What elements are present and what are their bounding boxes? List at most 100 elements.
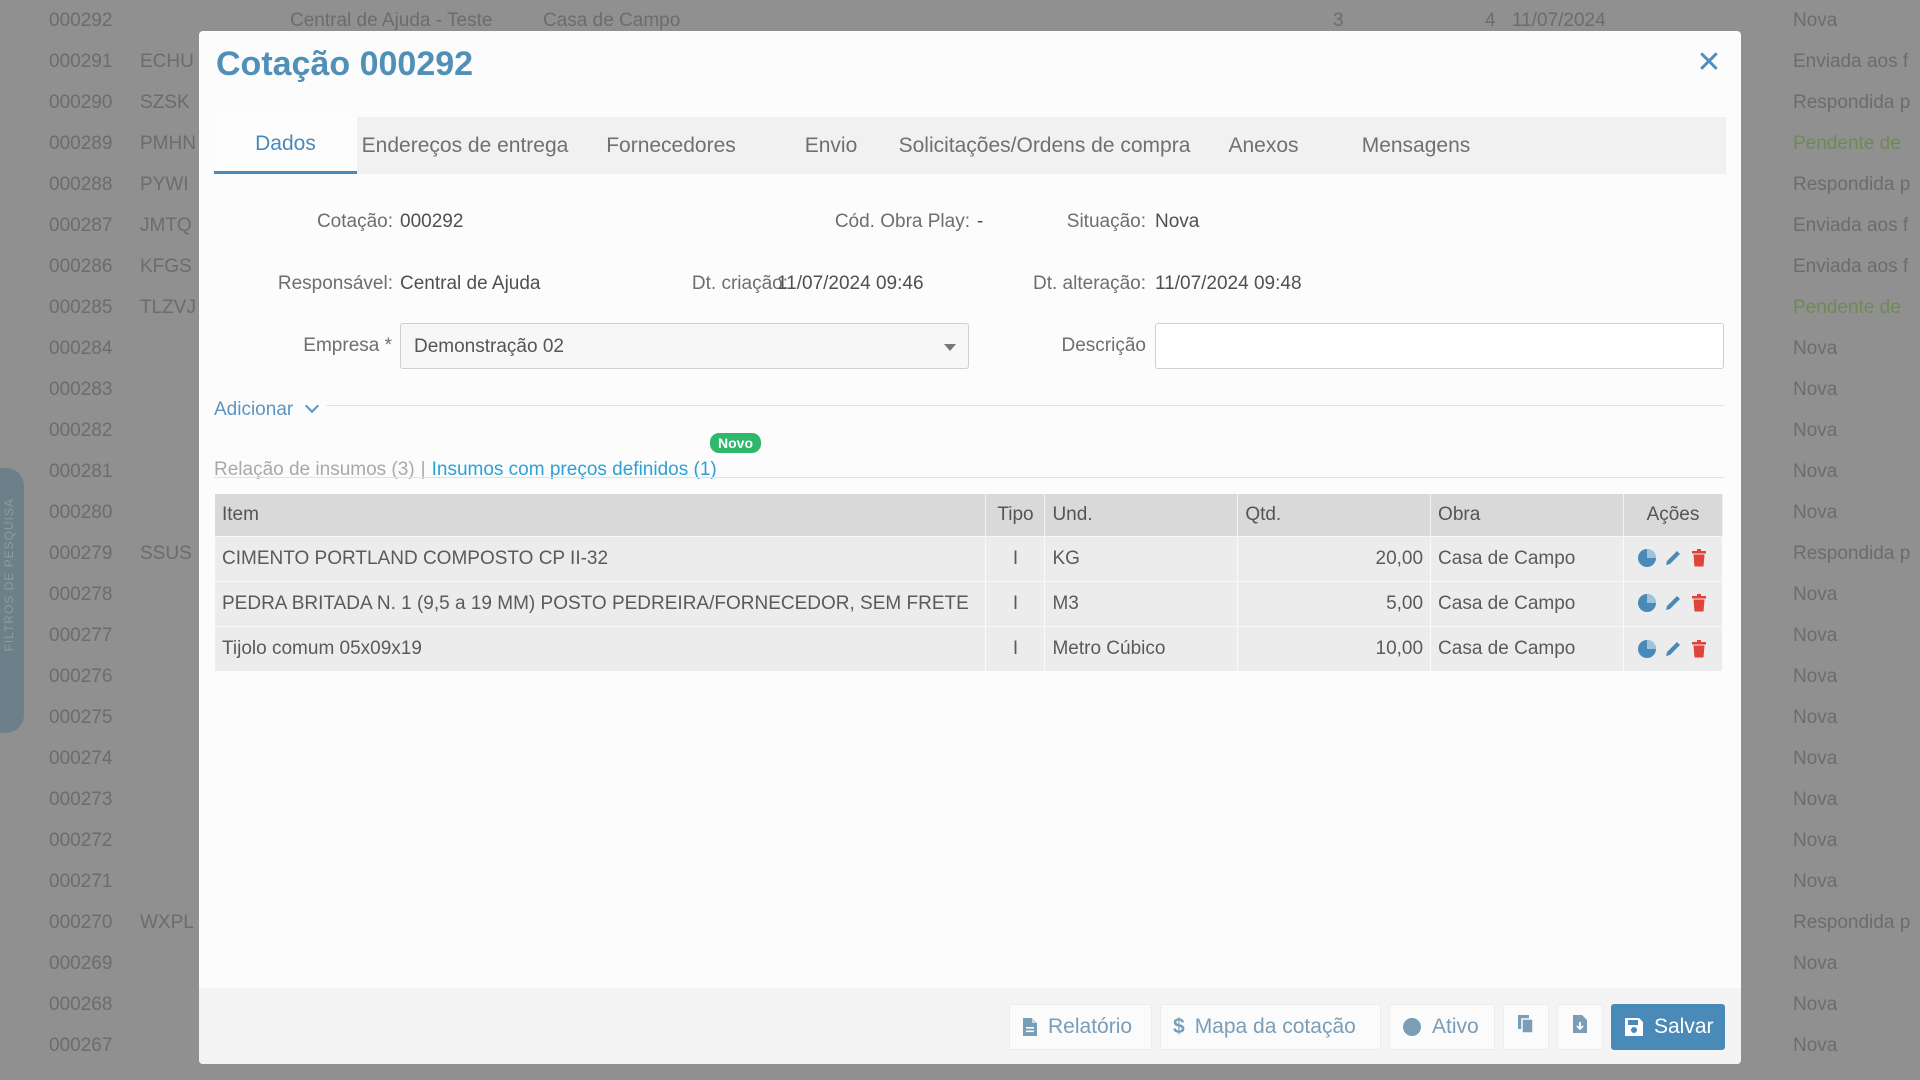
copy-icon: [1517, 1014, 1535, 1040]
dt-alteracao-label: Dt. alteração:: [1033, 273, 1146, 294]
header-item[interactable]: Item: [215, 494, 987, 536]
pencil-icon[interactable]: [1663, 639, 1683, 659]
list-cell: 000287: [49, 215, 113, 236]
insumos-table: Item Tipo Und. Qtd. Obra Ações CIMENTO P…: [215, 494, 1724, 671]
responsavel-label: Responsável:: [277, 273, 393, 294]
list-cell: 3: [1333, 10, 1344, 31]
pencil-icon[interactable]: [1663, 548, 1683, 568]
pencil-icon[interactable]: [1663, 593, 1683, 613]
salvar-button[interactable]: Salvar: [1611, 1004, 1725, 1050]
list-cell: Nova: [1793, 1035, 1838, 1056]
pie-chart-icon[interactable]: [1637, 593, 1657, 613]
list-cell: Nova: [1793, 748, 1838, 769]
file-export-icon: [1572, 1014, 1588, 1040]
list-cell: SSUS: [140, 543, 192, 564]
relatorio-button[interactable]: Relatório: [1009, 1004, 1152, 1050]
mapa-cotacao-button[interactable]: $ Mapa da cotação: [1160, 1004, 1381, 1050]
save-icon: [1624, 1017, 1644, 1037]
dt-alteracao-value: 11/07/2024 09:48: [1155, 273, 1302, 294]
list-cell: Enviada aos f: [1793, 215, 1909, 236]
close-icon[interactable]: ✕: [1694, 48, 1724, 79]
tab-envio[interactable]: Envio: [769, 117, 893, 174]
chevron-down-icon: [305, 398, 320, 414]
table-header-row: Item Tipo Und. Qtd. Obra Ações: [215, 494, 1724, 536]
list-cell: JMTQ: [140, 215, 192, 236]
list-cell: 000289: [49, 133, 113, 154]
list-cell: Nova: [1793, 10, 1838, 31]
list-cell: 000291: [49, 51, 113, 72]
cod-obra-value: -: [977, 211, 984, 232]
table-row[interactable]: CIMENTO PORTLAND COMPOSTO CP II-32 I KG 20,…: [215, 535, 1724, 581]
cell-tipo: I: [985, 535, 1046, 581]
list-cell: 000284: [49, 338, 113, 359]
tab-fornecedores[interactable]: Fornecedores: [573, 117, 769, 174]
novo-badge: Novo: [710, 433, 761, 453]
tab-enderecos-entrega[interactable]: Endereços de entrega: [357, 117, 573, 174]
cell-acoes: [1623, 535, 1724, 581]
dollar-icon: $: [1173, 1015, 1185, 1038]
pie-chart-icon[interactable]: [1637, 548, 1657, 568]
divider: [214, 477, 1724, 478]
cell-qtd: 20,00: [1237, 535, 1432, 581]
list-cell: Enviada aos f: [1793, 51, 1909, 72]
list-cell: Pendente de: [1793, 133, 1901, 154]
tab-anexos[interactable]: Anexos: [1196, 117, 1331, 174]
list-cell: 000272: [49, 830, 113, 851]
tab-dados[interactable]: Dados: [214, 117, 357, 174]
table-row[interactable]: Tijolo comum 05x09x19 I Metro Cúbico 10,00 C…: [215, 625, 1724, 671]
descricao-input[interactable]: [1155, 323, 1724, 369]
list-cell: PYWI: [140, 174, 189, 195]
cell-tipo: I: [985, 580, 1046, 626]
list-cell: 000288: [49, 174, 113, 195]
cell-item: PEDRA BRITADA N. 1 (9,5 a 19 MM) POSTO P…: [215, 580, 987, 626]
cell-und: M3: [1044, 580, 1239, 626]
list-cell: Nova: [1793, 420, 1838, 441]
cell-acoes: [1623, 625, 1724, 671]
cell-acoes: [1623, 580, 1724, 626]
caret-down-icon: [944, 344, 956, 351]
list-cell: 000292: [49, 10, 113, 31]
export-button[interactable]: [1557, 1004, 1603, 1050]
tab-mensagens[interactable]: Mensagens: [1331, 117, 1501, 174]
cell-item: CIMENTO PORTLAND COMPOSTO CP II-32: [215, 535, 987, 581]
list-cell: 000285: [49, 297, 113, 318]
trash-icon[interactable]: [1689, 593, 1709, 613]
trash-icon[interactable]: [1689, 639, 1709, 659]
document-icon: [1022, 1017, 1038, 1037]
list-cell: Respondida p: [1793, 543, 1911, 564]
modal-footer: Relatório $ Mapa da cotação Ativo Salvar: [199, 988, 1741, 1064]
header-tipo[interactable]: Tipo: [985, 494, 1046, 536]
divider: [326, 405, 1724, 406]
header-obra[interactable]: Obra: [1430, 494, 1624, 536]
list-cell: Nova: [1793, 789, 1838, 810]
list-cell: 000270: [49, 912, 113, 933]
empresa-selected-value: Demonstração 02: [414, 336, 564, 357]
ativo-toggle-button[interactable]: Ativo: [1389, 1004, 1495, 1050]
list-cell: 000290: [49, 92, 113, 113]
empresa-select[interactable]: Demonstração 02: [400, 323, 969, 369]
circle-icon: [1402, 1017, 1422, 1037]
header-acoes: Ações: [1623, 494, 1724, 536]
cell-tipo: I: [985, 625, 1046, 671]
cotacao-value: 000292: [400, 211, 464, 232]
cell-und: Metro Cúbico: [1044, 625, 1239, 671]
header-qtd[interactable]: Qtd.: [1237, 494, 1432, 536]
list-cell: Nova: [1793, 830, 1838, 851]
table-row[interactable]: PEDRA BRITADA N. 1 (9,5 a 19 MM) POSTO P…: [215, 580, 1724, 626]
tab-solicitacoes-ordens[interactable]: Solicitações/Ordens de compra: [893, 117, 1196, 174]
trash-icon[interactable]: [1689, 548, 1709, 568]
pie-chart-icon[interactable]: [1637, 639, 1657, 659]
list-cell: Pendente de: [1793, 297, 1901, 318]
list-cell: Nova: [1793, 502, 1838, 523]
search-filter-side-tab[interactable]: FILTROS DE PESQUISA: [0, 468, 24, 733]
adicionar-dropdown[interactable]: Adicionar: [214, 398, 320, 421]
copy-button[interactable]: [1503, 1004, 1549, 1050]
modal-tabs: Dados Endereços de entrega Fornecedores …: [214, 117, 1726, 174]
cell-qtd: 10,00: [1237, 625, 1432, 671]
list-cell: 000271: [49, 871, 113, 892]
header-und[interactable]: Und.: [1044, 494, 1239, 536]
list-cell: 11/07/2024: [1512, 10, 1606, 31]
cell-obra: Casa de Campo: [1430, 580, 1624, 626]
list-cell: Nova: [1793, 379, 1838, 400]
cell-item: Tijolo comum 05x09x19: [215, 625, 987, 671]
